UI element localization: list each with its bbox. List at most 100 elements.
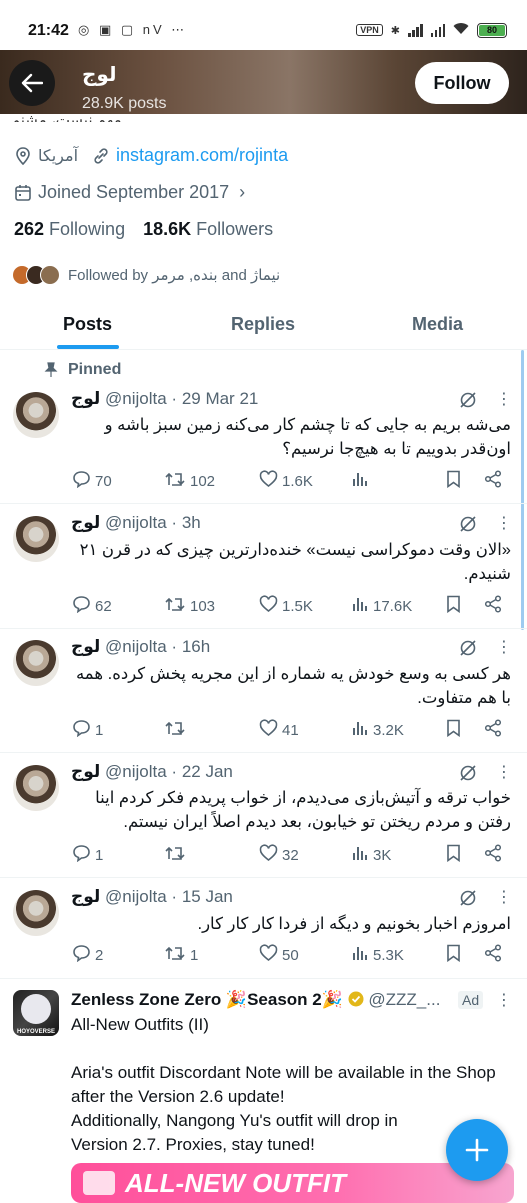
tweet-author-name[interactable]: لوج: [71, 637, 100, 656]
website-link[interactable]: instagram.com/rojinta: [116, 145, 288, 166]
bookmark-icon: [446, 719, 461, 741]
like-button[interactable]: 1.6K: [259, 470, 313, 492]
location-pin-icon: [14, 146, 32, 165]
more-icon[interactable]: ⋮: [496, 389, 512, 409]
repost-button[interactable]: [164, 844, 190, 866]
reply-icon: [72, 595, 91, 617]
bookmark-icon: [446, 944, 461, 966]
views-button[interactable]: 3.2K: [351, 719, 404, 741]
avatar: [40, 265, 60, 285]
bookmark-icon: [446, 595, 461, 617]
bookmark-button[interactable]: [446, 470, 461, 492]
tweet-actions: 62 103 1.5K 17.6K: [72, 595, 512, 619]
joined-row: Joined September 2017 ›: [14, 182, 245, 203]
active-tab-indicator: [57, 345, 119, 349]
repost-button[interactable]: 102: [164, 470, 215, 492]
heart-icon: [259, 595, 278, 617]
follow-button[interactable]: Follow: [415, 62, 509, 104]
avatar[interactable]: [13, 392, 59, 438]
avatar[interactable]: [13, 890, 59, 936]
followed-by-row[interactable]: Followed by بنده, مرمر and نیماژ: [12, 265, 280, 285]
share-button[interactable]: [484, 595, 502, 617]
back-button[interactable]: [9, 60, 55, 106]
share-button[interactable]: [484, 470, 502, 492]
reply-button[interactable]: 1: [72, 719, 103, 741]
tab-replies[interactable]: Replies: [231, 314, 295, 335]
views-button[interactable]: 3K: [351, 844, 391, 866]
ad-avatar[interactable]: HOYOVERSE: [13, 990, 59, 1036]
repost-button[interactable]: 1: [164, 944, 198, 966]
ad-avatar-face: [21, 994, 51, 1024]
repost-button[interactable]: 103: [164, 595, 215, 617]
share-button[interactable]: [484, 944, 502, 966]
followers-count[interactable]: 18.6K: [143, 219, 191, 240]
following-label[interactable]: Following: [49, 219, 125, 240]
tweet-author-name[interactable]: لوج: [71, 887, 100, 906]
more-icon[interactable]: ⋮: [496, 762, 512, 782]
bookmark-button[interactable]: [446, 944, 461, 966]
more-icon[interactable]: ⋮: [496, 637, 512, 657]
ad-text-line1: All-New Outfits (II): [71, 1015, 209, 1034]
following-count[interactable]: 262: [14, 219, 44, 240]
joined-date: Joined September 2017: [38, 182, 230, 202]
repost-button[interactable]: [164, 719, 190, 741]
avatar[interactable]: [13, 516, 59, 562]
heart-icon: [259, 470, 278, 492]
tweet-author-name[interactable]: لوج: [71, 389, 100, 408]
followers-label[interactable]: Followers: [196, 219, 273, 240]
views-button[interactable]: 17.6K: [351, 595, 412, 617]
tab-posts[interactable]: Posts: [63, 314, 112, 335]
profile-tabs: Posts Replies Media: [0, 300, 527, 350]
tweet-text: «الان وقت دموکراسی نیست» خنده‌دارترین چی…: [79, 541, 511, 583]
share-icon: [484, 719, 502, 741]
header-post-count: 28.9K posts: [82, 95, 167, 112]
grok-icon[interactable]: [459, 889, 477, 912]
bookmark-button[interactable]: [446, 844, 461, 866]
views-icon: [351, 944, 369, 966]
grok-icon[interactable]: [459, 391, 477, 414]
tweet-actions: 1 32 3K: [72, 844, 512, 868]
bookmark-button[interactable]: [446, 719, 461, 741]
grok-icon[interactable]: [459, 639, 477, 662]
views-button[interactable]: 5.3K: [351, 944, 404, 966]
share-button[interactable]: [484, 719, 502, 741]
compose-button[interactable]: [446, 1119, 508, 1181]
views-icon: [351, 844, 369, 866]
status-bar: 21:42 ◎ ▣ ▢ nV ⋯ VPN ✱ 80: [0, 0, 527, 50]
wifi-icon: [453, 22, 469, 38]
chevron-right-icon[interactable]: ›: [239, 182, 245, 203]
more-icon[interactable]: ⋮: [496, 990, 512, 1010]
like-button[interactable]: 50: [259, 944, 299, 966]
like-button[interactable]: 41: [259, 719, 299, 741]
heart-icon: [259, 719, 278, 741]
repost-icon: [164, 470, 186, 492]
tab-media[interactable]: Media: [412, 314, 463, 335]
tweet-actions: 70 102 1.6K: [72, 470, 512, 494]
reply-button[interactable]: 2: [72, 944, 103, 966]
like-button[interactable]: 32: [259, 844, 299, 866]
like-count: 41: [282, 721, 299, 739]
reply-button[interactable]: 1: [72, 844, 103, 866]
avatar[interactable]: [13, 640, 59, 686]
tweet-text: امروزم اخبار بخونیم و دیگه از فردا کار ک…: [197, 915, 512, 933]
grok-icon[interactable]: [459, 764, 477, 787]
tweet-author-name[interactable]: لوج: [71, 513, 100, 532]
reply-button[interactable]: 70: [72, 470, 112, 492]
ad-author[interactable]: Zenless Zone Zero 🎉Season 2🎉 @ZZZ_...: [71, 990, 440, 1010]
views-button[interactable]: [351, 470, 373, 492]
more-icon[interactable]: ⋮: [496, 513, 512, 533]
like-button[interactable]: 1.5K: [259, 595, 313, 617]
ad-media-banner[interactable]: ALL-NEW OUTFIT: [71, 1163, 514, 1203]
like-count: 1.5K: [282, 597, 313, 615]
bookmark-button[interactable]: [446, 595, 461, 617]
tweet-author-name[interactable]: لوج: [71, 762, 100, 781]
avatar[interactable]: [13, 765, 59, 811]
more-icon[interactable]: ⋮: [496, 887, 512, 907]
ad-handle: @ZZZ_...: [368, 990, 441, 1009]
reply-button[interactable]: 62: [72, 595, 112, 617]
bluetooth-icon: ✱: [390, 24, 400, 37]
grok-icon[interactable]: [459, 515, 477, 538]
repost-icon: [164, 595, 186, 617]
share-button[interactable]: [484, 844, 502, 866]
plus-icon: [465, 1138, 489, 1162]
